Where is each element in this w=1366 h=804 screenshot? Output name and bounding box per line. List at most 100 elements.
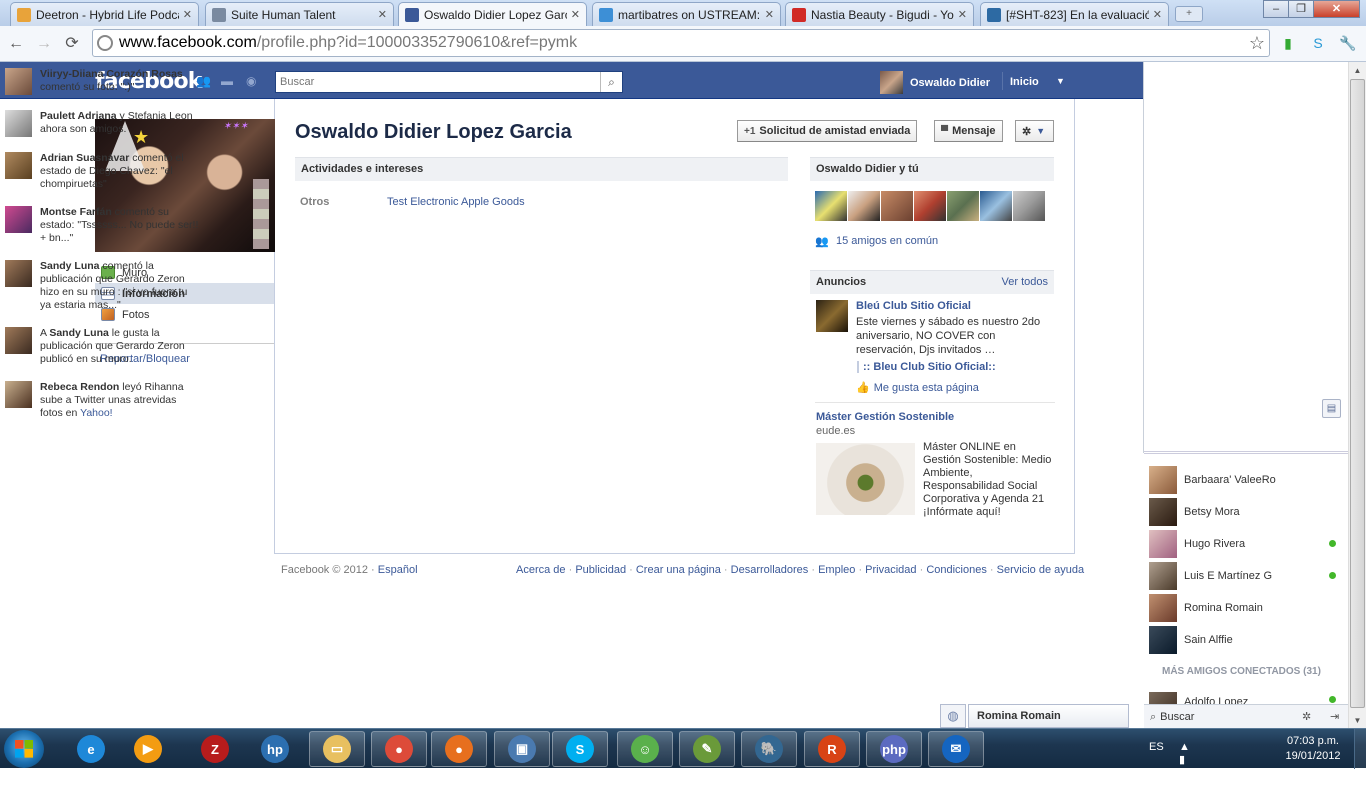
chat-friend[interactable]: Hugo Rivera <box>1149 530 1344 558</box>
friend-thumbnail[interactable] <box>815 191 847 221</box>
tray-icons[interactable]: ▲ ▮ ◧ ▣ ♪ <box>1179 741 1196 804</box>
show-desktop-button[interactable] <box>1354 729 1366 769</box>
ticker-actor-name[interactable]: Paulett Adriana <box>40 110 117 122</box>
home-link[interactable]: Inicio <box>1010 76 1039 88</box>
search-input[interactable] <box>276 73 600 91</box>
see-all-ads-link[interactable]: Ver todos <box>1002 276 1048 288</box>
taskbar-app[interactable]: R <box>804 731 860 767</box>
close-tab-icon[interactable]: ✕ <box>571 8 580 21</box>
ticker-actor-name[interactable]: Montse Farfán <box>40 206 112 218</box>
ticker-link[interactable]: Yahoo! <box>80 407 113 419</box>
ticker-actor-name[interactable]: Adrian Suasnávar <box>40 152 129 164</box>
friend-request-sent-button[interactable]: +1 Solicitud de amistad enviada <box>737 120 918 142</box>
ad-title[interactable]: Máster Gestión Sostenible <box>816 411 954 423</box>
message-button[interactable]: ▀ Mensaje <box>934 120 1003 142</box>
ticker-resize-handle[interactable] <box>1144 451 1348 454</box>
back-icon[interactable]: ← <box>6 34 26 54</box>
ticker-story[interactable]: A Sandy Luna le gusta la publicación que… <box>5 327 201 366</box>
ticker-story[interactable]: Sandy Luna comentó la publicación que Ge… <box>5 260 201 312</box>
chat-friend[interactable]: Betsy Mora <box>1149 498 1344 526</box>
popout-icon[interactable]: ⇥ <box>1330 710 1339 723</box>
close-tab-icon[interactable]: ✕ <box>378 8 387 21</box>
footer-link[interactable]: Condiciones <box>926 564 987 576</box>
reload-icon[interactable]: ⟳ <box>62 34 82 54</box>
taskbar-app[interactable]: ● <box>371 731 427 767</box>
ticker-story[interactable]: Paulett Adriana y Stefania Leon ahora so… <box>5 110 201 137</box>
taskbar-app[interactable]: e <box>63 731 119 767</box>
ticker-story[interactable]: Montse Farfán comentó su estado: "Tsssss… <box>5 206 201 245</box>
ticker-actor-name[interactable]: Viiryy-Diiana Corazón Rosas <box>40 68 183 80</box>
friend-thumbnail[interactable] <box>881 191 913 221</box>
footer-link[interactable]: Desarrolladores <box>731 564 809 576</box>
close-tab-icon[interactable]: ✕ <box>1153 8 1162 21</box>
like-page-link[interactable]: 👍 Me gusta esta página <box>856 381 979 395</box>
bookmark-star-icon[interactable]: ☆ <box>1249 33 1265 54</box>
account-menu-icon[interactable]: ▼ <box>1056 76 1065 86</box>
close-window-button[interactable]: ✕ <box>1313 0 1360 18</box>
chat-search-input[interactable]: Buscar <box>1160 711 1194 723</box>
chat-friend-partial[interactable]: Adolfo Lopez <box>1149 692 1344 704</box>
taskbar-app[interactable]: 🐘 <box>741 731 797 767</box>
close-tab-icon[interactable]: ✕ <box>183 8 192 21</box>
gear-icon[interactable]: ✲ <box>1302 710 1311 723</box>
signal-extension-icon[interactable]: ▮ <box>1278 33 1298 53</box>
ticker-story[interactable]: Adrian Suasnávar comentó el estado de Di… <box>5 152 201 191</box>
ticker-story[interactable]: Rebeca Rendon leyó Rihanna sube a Twitte… <box>5 381 201 420</box>
taskbar-app[interactable]: ▣ <box>494 731 550 767</box>
search-icon[interactable]: ⌕ <box>600 72 622 92</box>
minimize-button[interactable]: – <box>1263 0 1289 18</box>
tab-3[interactable]: Oswaldo Didier Lopez Garci ✕ <box>398 2 587 26</box>
ticker-story-icon[interactable]: ▤ <box>1322 399 1341 418</box>
taskbar-app[interactable]: ▭ <box>309 731 365 767</box>
ticker-actor-name[interactable]: Sandy Luna <box>40 260 100 272</box>
taskbar-app[interactable]: ● <box>431 731 487 767</box>
user-profile-link[interactable]: Oswaldo Didier <box>880 71 990 94</box>
scroll-up-icon[interactable]: ▲ <box>1349 62 1366 79</box>
taskbar-app[interactable]: Z <box>187 731 243 767</box>
footer-link[interactable]: Servicio de ayuda <box>997 564 1084 576</box>
tab-5[interactable]: Nastia Beauty - Bigudi - Yo ✕ <box>785 2 974 26</box>
chat-globe-icon[interactable]: ◍ <box>940 704 966 728</box>
taskbar-app[interactable]: hp <box>247 731 303 767</box>
otros-value-link[interactable]: Test Electronic Apple Goods <box>387 196 525 208</box>
start-button[interactable] <box>4 730 44 768</box>
skype-extension-icon[interactable]: S <box>1308 33 1328 53</box>
taskbar-app[interactable]: S <box>552 731 608 767</box>
friend-thumbnail[interactable] <box>848 191 880 221</box>
scroll-down-icon[interactable]: ▼ <box>1349 712 1366 729</box>
ad-title[interactable]: Bleú Club Sitio Oficial <box>856 300 971 312</box>
footer-link[interactable]: Privacidad <box>865 564 916 576</box>
wrench-menu-icon[interactable]: 🔧 <box>1338 33 1358 53</box>
tab-4[interactable]: martibatres on USTREAM: . ✕ <box>592 2 781 26</box>
taskbar-app[interactable]: ▶ <box>120 731 176 767</box>
tab-1[interactable]: Deetron - Hybrid Life Podca ✕ <box>10 2 199 26</box>
ad-image[interactable] <box>816 300 848 332</box>
chat-friend[interactable]: Luis E Martínez G <box>1149 562 1344 590</box>
chat-tab-romina[interactable]: Romina Romain <box>968 704 1129 728</box>
friend-thumbnail[interactable] <box>914 191 946 221</box>
ticker-actor-name[interactable]: Sandy Luna <box>49 327 109 339</box>
language-link[interactable]: Español <box>378 564 418 576</box>
ticker-actor-name[interactable]: Rebeca Rendon <box>40 381 119 393</box>
messages-icon[interactable]: ▬ <box>221 75 235 88</box>
chat-friend[interactable]: Romina Romain <box>1149 594 1344 622</box>
ticker-story[interactable]: Viiryy-Diiana Corazón Rosas comentó su f… <box>5 68 201 95</box>
forward-icon[interactable]: → <box>34 34 54 54</box>
footer-link[interactable]: Empleo <box>818 564 855 576</box>
friend-thumbnail[interactable] <box>1013 191 1045 221</box>
close-tab-icon[interactable]: ✕ <box>765 8 774 21</box>
chat-friend[interactable]: Barbaara' ValeeRo <box>1149 466 1344 494</box>
language-indicator[interactable]: ES <box>1149 741 1164 753</box>
scrollbar-thumb[interactable] <box>1350 79 1365 708</box>
clock[interactable]: 07:03 p.m. 19/01/2012 <box>1278 734 1348 764</box>
ad-image[interactable] <box>816 443 915 515</box>
settings-dropdown-button[interactable]: ✲ ▼ <box>1015 120 1054 142</box>
taskbar-app[interactable]: ☺ <box>617 731 673 767</box>
friend-thumbnail[interactable] <box>980 191 1012 221</box>
page-scrollbar[interactable]: ▲ ▼ <box>1348 62 1366 729</box>
new-tab-button[interactable]: + <box>1175 6 1203 22</box>
footer-link[interactable]: Acerca de <box>516 564 566 576</box>
maximize-button[interactable]: ❐ <box>1288 0 1314 18</box>
ad-page-link[interactable]: :: Bleu Club Sitio Oficial:: <box>857 361 996 373</box>
mutual-friends-link[interactable]: 👥 15 amigos en común <box>815 235 938 248</box>
